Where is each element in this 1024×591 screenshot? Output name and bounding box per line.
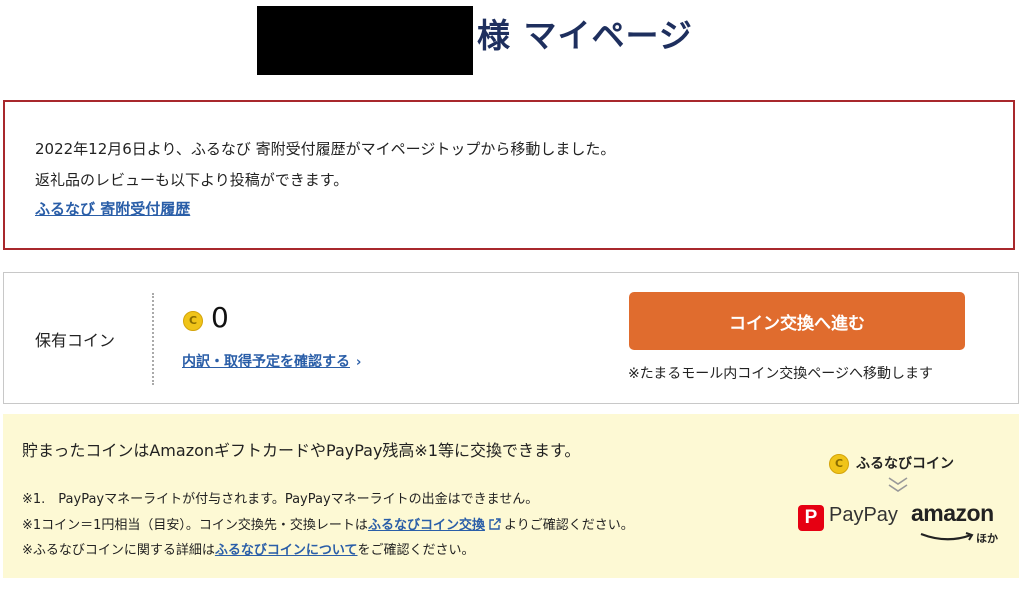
page-title: 様 マイページ bbox=[477, 16, 693, 55]
coin-icon: C bbox=[183, 311, 203, 331]
info-note-3-suffix: をご確認ください。 bbox=[357, 543, 475, 558]
coin-icon: C bbox=[829, 454, 849, 474]
notice-line-2: 返礼品のレビューも以下より投稿ができます。 bbox=[35, 171, 349, 189]
coin-amount: 0 bbox=[211, 301, 229, 334]
info-note-3-prefix: ※ふるなびコインに関する詳細は bbox=[22, 543, 215, 558]
coin-exchange-link[interactable]: ふるなびコイン交換 bbox=[368, 518, 485, 533]
amazon-smile-icon bbox=[919, 527, 977, 546]
info-main-text: 貯まったコインはAmazonギフトカードやPayPay残高※1等に交換できます。 bbox=[22, 441, 581, 460]
info-note-3: ※ふるなびコインに関する詳細はふるなびコインについてをご確認ください。 bbox=[22, 539, 475, 558]
notice-line-1: 2022年12月6日より、ふるなび 寄附受付履歴がマイページトップから移動しまし… bbox=[35, 140, 616, 158]
donation-history-link[interactable]: ふるなび 寄附受付履歴 bbox=[35, 198, 190, 219]
info-note-2-prefix: ※1コイン＝1円相当（目安）。コイン交換先・交換レートは bbox=[22, 518, 368, 533]
info-note-2: ※1コイン＝1円相当（目安）。コイン交換先・交換レートはふるなびコイン交換 よりご… bbox=[22, 514, 634, 535]
coin-info-panel: 貯まったコインはAmazonギフトカードやPayPay残高※1等に交換できます。… bbox=[3, 414, 1019, 578]
info-note-1: ※1. PayPayマネーライトが付与されます。PayPayマネーライトの出金は… bbox=[22, 492, 539, 507]
coin-detail-link-label: 内訳・取得予定を確認する bbox=[182, 354, 350, 370]
coin-balance-panel: 保有コイン C 0 内訳・取得予定を確認する › コイン交換へ進む ※たまるモール… bbox=[3, 272, 1019, 404]
notice-box: 2022年12月6日より、ふるなび 寄附受付履歴がマイページトップから移動しまし… bbox=[3, 100, 1015, 250]
external-link-icon bbox=[488, 518, 501, 535]
redacted-username bbox=[257, 6, 473, 75]
divider bbox=[152, 293, 154, 385]
paypay-logo-icon: P bbox=[798, 505, 824, 531]
double-chevron-down-icon bbox=[887, 476, 909, 498]
furunavi-coin-label: ふるなびコイン bbox=[856, 456, 954, 472]
coin-detail-link[interactable]: 内訳・取得予定を確認する › bbox=[182, 351, 361, 371]
coin-exchange-button[interactable]: コイン交換へ進む bbox=[629, 292, 965, 350]
about-coin-link[interactable]: ふるなびコインについて bbox=[215, 543, 358, 558]
info-note-2-suffix: よりご確認ください。 bbox=[503, 518, 634, 533]
others-label: ほか bbox=[976, 532, 998, 545]
exchange-note: ※たまるモール内コイン交換ページへ移動します bbox=[628, 366, 934, 382]
chevron-right-icon: › bbox=[356, 355, 362, 370]
amazon-logo-text: amazon bbox=[911, 500, 994, 526]
paypay-logo-text: PayPay bbox=[829, 504, 898, 526]
coin-balance-label: 保有コイン bbox=[35, 331, 116, 350]
